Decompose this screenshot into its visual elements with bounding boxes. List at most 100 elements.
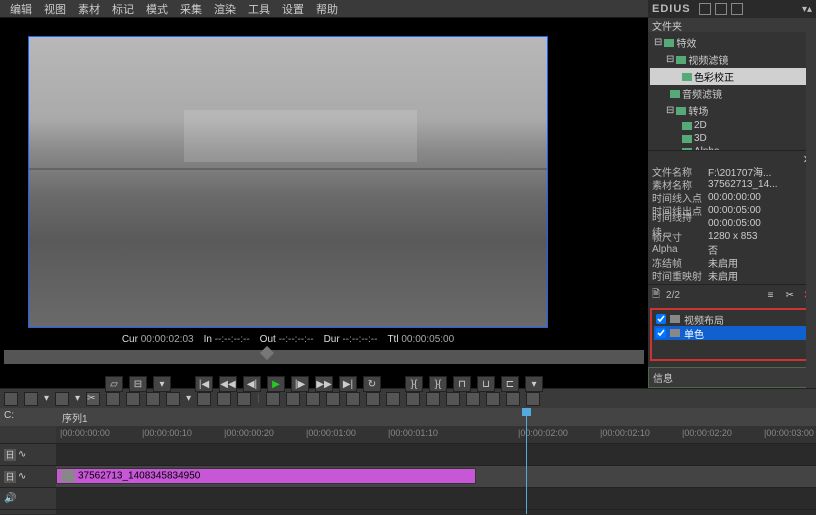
step-back-button[interactable]: ◀| [243,376,261,392]
folder-icon [682,122,692,130]
loop-button[interactable]: ↻ [363,376,381,392]
menu-view[interactable]: 视图 [38,1,72,17]
fx-icon [670,315,680,323]
layout2-icon[interactable] [731,3,743,15]
menu-help[interactable]: 帮助 [310,1,344,17]
fx-counter: 2/2 [666,290,680,301]
effects-tree: ⊟ 特效 ⊟ 视频滤镜 色彩校正 音频滤镜 ⊟ 转场 2D 3D Alpha [648,32,816,150]
prop-clipname: 37562713_14... [708,179,778,190]
mark-out-button[interactable]: }{ [429,376,447,392]
overwrite-button[interactable]: ⊔ [477,376,495,392]
info-label: 信息 [648,367,816,388]
preview-monitor[interactable] [28,36,548,328]
menu-capture[interactable]: 采集 [174,1,208,17]
prop-remap: 未启用 [708,268,738,283]
folder-icon [676,107,686,115]
timeline-tracks[interactable]: 序列1 |00:00:00:00 |00:00:00:10 |00:00:00:… [56,408,816,514]
menu-marker[interactable]: 标记 [106,1,140,17]
ffwd-button[interactable]: ▶▶ [315,376,333,392]
tree-item-selected[interactable]: 色彩校正 [650,68,814,85]
step-fwd-button[interactable]: |▶ [291,376,309,392]
rewind-button[interactable]: ◀◀ [219,376,237,392]
menu-mode[interactable]: 模式 [140,1,174,17]
track-header[interactable]: 日∿ [0,466,56,488]
prop-tl-in: 00:00:00:00 [708,192,761,203]
layout-icon[interactable] [715,3,727,15]
menu-render[interactable]: 渲染 [208,1,242,17]
menu-settings[interactable]: 设置 [276,1,310,17]
prop-framesize: 1280 x 853 [708,231,758,242]
chevron-down-icon[interactable]: ▾ [75,393,80,404]
timecode-row: Cur 00:00:02:03 In --:--:--:-- Out --:--… [28,332,548,346]
flag-button[interactable]: ▱ [105,376,123,392]
tree-item[interactable]: ⊟ 转场 [650,102,814,119]
timeline-clip[interactable]: 37562713_1408345834950 [56,468,476,484]
left-label: C: [4,410,14,421]
chevron-down-icon[interactable]: ▾ [44,393,49,404]
fx-checkbox[interactable] [656,328,666,338]
timeline-track[interactable]: 37562713_1408345834950 [56,466,816,488]
play-button[interactable]: ▶ [267,376,285,392]
tc-in: --:--:--:-- [215,334,250,345]
timeline-panel: C: 日∿ 日∿ 🔊 序列1 |00:00:00:00 |00:00:00:10… [0,408,816,514]
fx-icon [670,329,680,337]
tree-item[interactable]: 3D [650,132,814,145]
goto-start-button[interactable]: |◀ [195,376,213,392]
menu-edit[interactable]: 编辑 [4,1,38,17]
audio-icon: 🔊 [4,493,16,504]
menu-tools[interactable]: 工具 [242,1,276,17]
scrub-playhead[interactable] [260,346,274,360]
folder-icon [682,135,692,143]
tc-out: --:--:--:-- [279,334,314,345]
mark-in-button[interactable]: }{ [405,376,423,392]
scrub-bar[interactable] [4,350,644,364]
menu-clip[interactable]: 素材 [72,1,106,17]
replace-button[interactable]: ⊏ [501,376,519,392]
edius-logo: EDIUS [652,3,691,15]
tree-item[interactable]: ⊟ 特效 [650,34,814,51]
playhead[interactable] [526,408,527,514]
separator: | [257,393,260,404]
applied-fx-list: 视频布局 单色 [650,308,814,361]
fx-item[interactable]: 视频布局 [654,312,810,326]
scrollbar[interactable] [806,18,816,388]
sequence-tab[interactable]: 序列1 [56,408,816,426]
fx-item-selected[interactable]: 单色 [654,326,810,340]
folder-icon [682,73,692,81]
side-panel: 文件夹 ⊟ 特效 ⊟ 视频滤镜 色彩校正 音频滤镜 ⊟ 转场 2D 3D Alp… [648,18,816,388]
tc-cur: 00:00:02:03 [141,334,194,345]
prop-filename: F:\201707海... [708,164,771,179]
track-header[interactable]: 🔊 [0,488,56,510]
window-icon[interactable] [699,3,711,15]
prop-tl-out: 00:00:05:00 [708,205,761,216]
folder-icon [670,90,680,98]
fx-checkbox[interactable] [656,314,666,324]
tree-item[interactable]: 2D [650,119,814,132]
sequence-button[interactable]: ⊟ [129,376,147,392]
transport-controls: ▱ ⊟ ▾ |◀ ◀◀ ◀| ▶ |▶ ▶▶ ▶| ↻ }{ }{ ⊓ ⊔ ⊏ … [0,374,648,394]
goto-end-button[interactable]: ▶| [339,376,357,392]
folder-icon [676,56,686,64]
more-button[interactable]: ▾ [525,376,543,392]
timeline-ruler[interactable]: |00:00:00:00 |00:00:00:10 |00:00:00:20 |… [56,426,816,444]
folder-icon [664,39,674,47]
effects-panel-header: 文件夹 [648,18,816,32]
chevron-down-icon[interactable]: ▾ [153,376,171,392]
tree-item[interactable]: 音频滤镜 [650,85,814,102]
properties-panel: ✕ 文件名称F:\201707海... 素材名称37562713_14... 时… [648,150,816,306]
tree-item[interactable]: ⊟ 视频滤镜 [650,51,814,68]
timeline-track[interactable] [56,488,816,510]
max-icon[interactable]: ▴ [807,4,812,15]
clip-thumb-icon [61,470,75,482]
insert-button[interactable]: ⊓ [453,376,471,392]
chevron-down-icon[interactable]: ▾ [186,393,191,404]
note-icon[interactable]: 🗎 [652,287,660,304]
waveform-icon: ∿ [18,471,26,482]
tc-dur: --:--:--:-- [342,334,377,345]
scissors-icon[interactable]: ✂ [786,290,798,302]
timeline-track-headers: C: 日∿ 日∿ 🔊 [0,408,56,514]
seq-tab-header: C: [0,408,56,426]
fx-tool-icon[interactable]: ≡ [768,290,780,302]
timeline-track[interactable] [56,444,816,466]
track-header[interactable]: 日∿ [0,444,56,466]
